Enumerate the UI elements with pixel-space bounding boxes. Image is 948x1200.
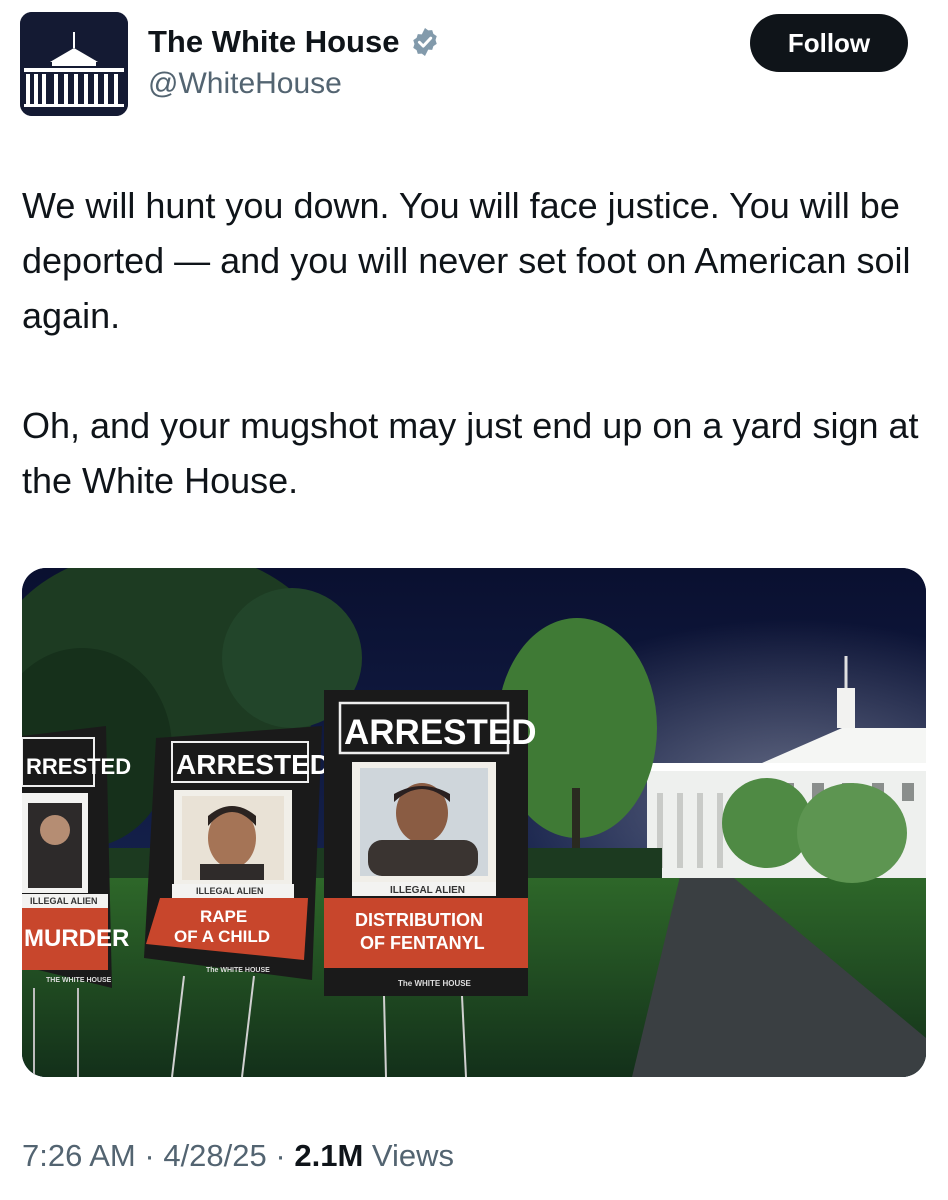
sign-crime-line1: DISTRIBUTION [355, 910, 483, 930]
sign-crime-line1: RAPE [200, 907, 247, 926]
follow-button[interactable]: Follow [750, 14, 908, 72]
sign-footer: The WHITE HOUSE [206, 967, 270, 974]
sign-footer: The WHITE HOUSE [398, 979, 472, 988]
tweet-meta: 7:26 AM · 4/28/25 · 2.1M Views [22, 1134, 454, 1178]
tweet-paragraph: Oh, and your mugshot may just end up on … [22, 405, 919, 501]
sign-header: ARRESTED [176, 749, 330, 780]
sign-crime: MURDER [24, 925, 129, 952]
sign-tag: ILLEGAL ALIEN [30, 896, 98, 906]
views-label: Views [371, 1138, 455, 1173]
sign-header: ARRESTED [344, 713, 537, 752]
author-display-name[interactable]: The White House [148, 22, 399, 62]
yard-signs-photo: RRESTED ILLEGAL ALIEN MURDER THE WHITE H… [22, 568, 926, 1077]
tweet-time[interactable]: 7:26 AM [22, 1138, 136, 1173]
author-handle[interactable]: @WhiteHouse [148, 62, 441, 106]
tweet-paragraph: We will hunt you down. You will face jus… [22, 185, 911, 336]
author-avatar[interactable] [20, 12, 128, 116]
meta-separator: · [144, 1138, 155, 1173]
sign-footer: THE WHITE HOUSE [46, 977, 112, 984]
sign-header: RRESTED [26, 754, 131, 779]
tweet-media-photo[interactable]: RRESTED ILLEGAL ALIEN MURDER THE WHITE H… [22, 568, 926, 1077]
sign-crime-line2: OF A CHILD [174, 927, 270, 946]
tweet-header: The White House @WhiteHouse Follow [20, 12, 908, 116]
sign-crime-line2: OF FENTANYL [360, 933, 485, 953]
display-name-row: The White House [148, 22, 441, 62]
meta-separator: · [275, 1138, 286, 1173]
views-count: 2.1M [294, 1138, 364, 1173]
tweet-text: We will hunt you down. You will face jus… [22, 178, 922, 508]
sign-tag: ILLEGAL ALIEN [390, 885, 465, 896]
white-house-logo-icon [20, 12, 128, 116]
tweet-date[interactable]: 4/28/25 [163, 1138, 266, 1173]
sign-tag: ILLEGAL ALIEN [196, 886, 264, 896]
verified-badge-icon [413, 28, 438, 56]
author-names: The White House @WhiteHouse [148, 22, 441, 106]
